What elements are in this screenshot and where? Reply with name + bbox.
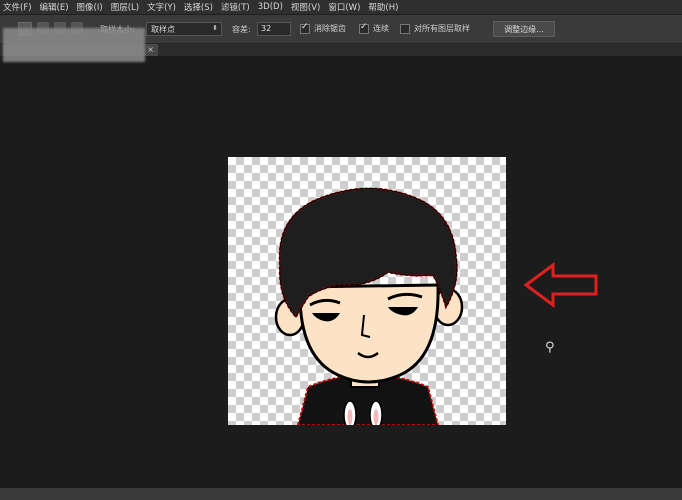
menu-type[interactable]: 文字(Y) <box>144 1 181 13</box>
cartoon-boy-artwork <box>274 187 464 425</box>
magic-wand-cursor-icon: ⚲ <box>545 340 555 355</box>
refine-edge-button[interactable]: 调整边缘... <box>493 21 555 37</box>
sample-size-select[interactable]: 取样点 ⬍ <box>146 22 222 36</box>
close-icon[interactable]: × <box>147 44 154 56</box>
status-bar <box>0 488 682 500</box>
bunny-inner-left <box>347 409 353 425</box>
all-layers-check-icon <box>400 23 410 34</box>
menu-select[interactable]: 选择(S) <box>181 1 218 13</box>
all-layers-label: 对所有图层取样 <box>414 24 470 33</box>
menu-bar: 文件(F) 编辑(E) 图像(I) 图层(L) 文字(Y) 选择(S) 滤镜(T… <box>0 0 682 15</box>
dropdown-arrow-icon: ⬍ <box>212 24 218 32</box>
tolerance-input[interactable]: 32 <box>257 22 291 36</box>
red-outline-arrow-icon <box>523 262 598 308</box>
menu-window[interactable]: 窗口(W) <box>325 1 365 13</box>
antialias-label: 消除锯齿 <box>314 24 346 33</box>
contiguous-label: 连续 <box>373 24 389 33</box>
menu-layer[interactable]: 图层(L) <box>108 1 144 13</box>
image-canvas[interactable] <box>228 157 506 425</box>
tolerance-label: 容差: <box>232 25 251 34</box>
menu-view[interactable]: 视图(V) <box>288 1 325 13</box>
menu-image[interactable]: 图像(I) <box>74 1 108 13</box>
menu-3d[interactable]: 3D(D) <box>255 2 288 12</box>
all-layers-checkbox[interactable]: 对所有图层取样 <box>400 23 470 34</box>
menu-edit[interactable]: 编辑(E) <box>37 1 74 13</box>
contiguous-checkbox[interactable]: 连续 <box>359 22 389 34</box>
bunny-inner-right <box>373 409 379 425</box>
contiguous-check-icon <box>359 22 369 34</box>
blurred-document-title <box>3 28 145 62</box>
menu-file[interactable]: 文件(F) <box>0 1 37 13</box>
sample-size-value: 取样点 <box>151 25 175 34</box>
menu-help[interactable]: 帮助(H) <box>365 1 403 13</box>
antialias-check-icon <box>300 22 310 34</box>
menu-filter[interactable]: 滤镜(T) <box>218 1 255 13</box>
antialias-checkbox[interactable]: 消除锯齿 <box>300 22 346 34</box>
